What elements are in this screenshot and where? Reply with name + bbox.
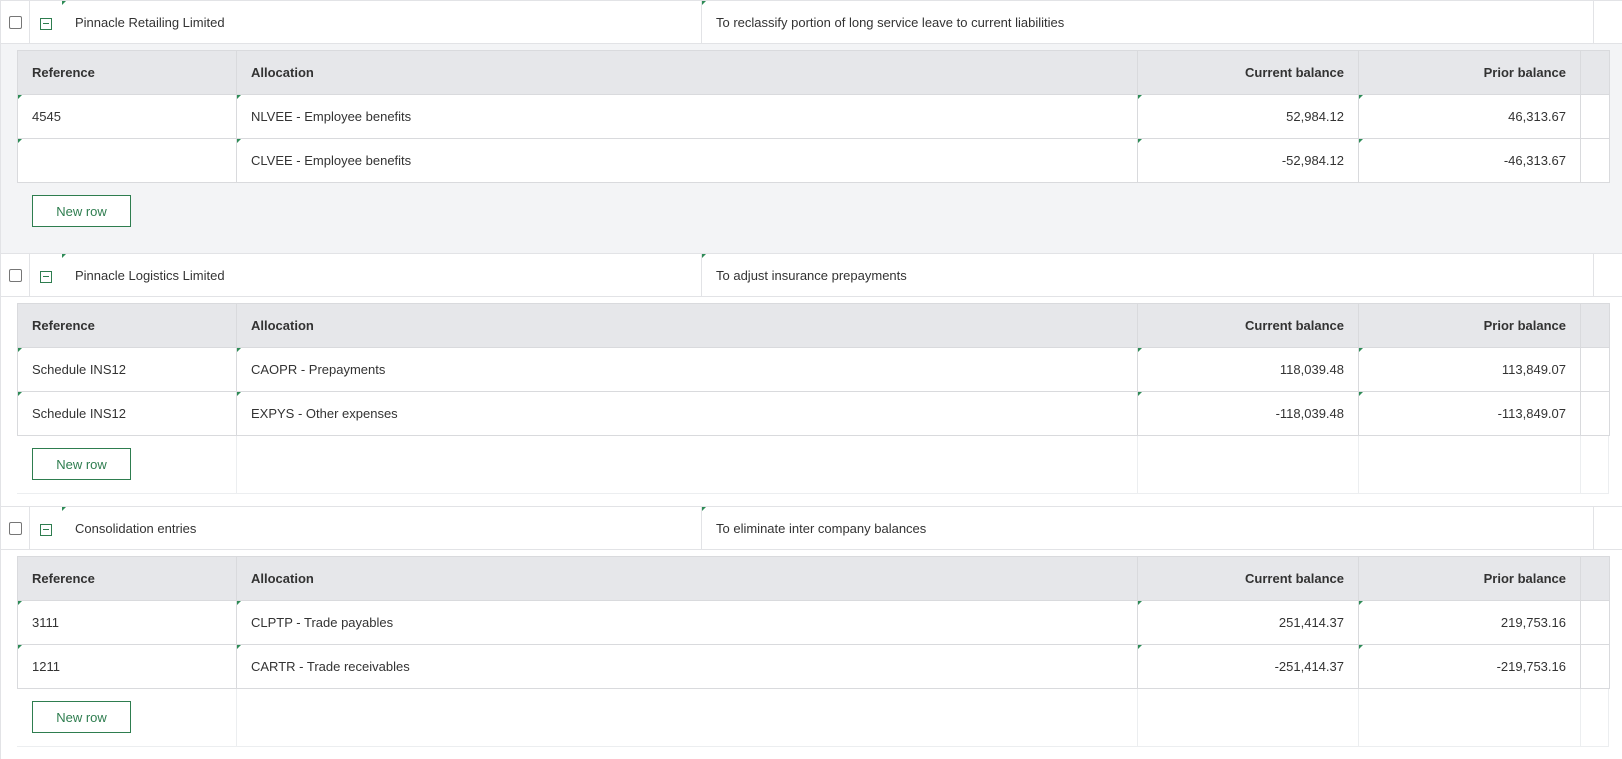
- prior-balance-cell[interactable]: 46,313.67: [1358, 94, 1581, 139]
- allocation-table: Reference Allocation Current balance Pri…: [17, 50, 1610, 183]
- allocation-table: Reference Allocation Current balance Pri…: [17, 556, 1610, 689]
- table-header-row: Reference Allocation Current balance Pri…: [17, 556, 1610, 601]
- table-row: 1211 CARTR - Trade receivables -251,414.…: [17, 644, 1610, 689]
- row-actions-cell[interactable]: [1580, 138, 1610, 183]
- prior-balance-cell[interactable]: 113,849.07: [1358, 347, 1581, 392]
- reference-cell[interactable]: Schedule INS12: [17, 391, 237, 436]
- select-entry-checkbox[interactable]: [8, 15, 22, 29]
- current-balance-cell[interactable]: -251,414.37: [1137, 644, 1359, 689]
- row-actions-cell[interactable]: [1580, 644, 1610, 689]
- table-row: CLVEE - Employee benefits -52,984.12 -46…: [17, 138, 1610, 183]
- actions-header: [1580, 556, 1610, 601]
- empty-row-grid: [17, 436, 1609, 494]
- collapse-icon[interactable]: [40, 523, 52, 536]
- reference-cell[interactable]: Schedule INS12: [17, 347, 237, 392]
- reference-cell[interactable]: 3111: [17, 600, 237, 645]
- allocation-cell[interactable]: CARTR - Trade receivables: [236, 644, 1138, 689]
- allocation-cell[interactable]: CAOPR - Prepayments: [236, 347, 1138, 392]
- entry-description[interactable]: To reclassify portion of long service le…: [702, 1, 1594, 43]
- current-balance-cell[interactable]: 118,039.48: [1137, 347, 1359, 392]
- new-row-button[interactable]: New row: [32, 195, 131, 227]
- allocation-header: Allocation: [236, 50, 1138, 95]
- prior-balance-header: Prior balance: [1358, 303, 1581, 348]
- current-balance-header: Current balance: [1137, 50, 1359, 95]
- reference-header: Reference: [17, 556, 237, 601]
- current-balance-cell[interactable]: 52,984.12: [1137, 94, 1359, 139]
- entry-detail: Reference Allocation Current balance Pri…: [1, 550, 1622, 759]
- journal-entry: Consolidation entries To eliminate inter…: [0, 506, 1622, 759]
- allocation-cell[interactable]: CLVEE - Employee benefits: [236, 138, 1138, 183]
- entry-header: Pinnacle Logistics Limited To adjust ins…: [1, 253, 1622, 297]
- entry-description[interactable]: To adjust insurance prepayments: [702, 254, 1594, 296]
- row-actions-cell[interactable]: [1580, 391, 1610, 436]
- table-row: 3111 CLPTP - Trade payables 251,414.37 2…: [17, 600, 1610, 645]
- collapse-icon[interactable]: [40, 270, 52, 283]
- prior-balance-header: Prior balance: [1358, 556, 1581, 601]
- reference-header: Reference: [17, 303, 237, 348]
- new-row-area: New row: [17, 436, 1609, 506]
- allocation-cell[interactable]: NLVEE - Employee benefits: [236, 94, 1138, 139]
- current-balance-cell[interactable]: -52,984.12: [1137, 138, 1359, 183]
- current-balance-cell[interactable]: -118,039.48: [1137, 391, 1359, 436]
- toggle-cell: [30, 254, 62, 296]
- current-balance-cell[interactable]: 251,414.37: [1137, 600, 1359, 645]
- allocation-cell[interactable]: CLPTP - Trade payables: [236, 600, 1138, 645]
- table-row: Schedule INS12 CAOPR - Prepayments 118,0…: [17, 347, 1610, 392]
- reference-cell[interactable]: [17, 138, 237, 183]
- table-header-row: Reference Allocation Current balance Pri…: [17, 303, 1610, 348]
- new-row-button[interactable]: New row: [32, 448, 131, 480]
- entry-detail: Reference Allocation Current balance Pri…: [1, 44, 1622, 253]
- reference-cell[interactable]: 4545: [17, 94, 237, 139]
- prior-balance-cell[interactable]: -46,313.67: [1358, 138, 1581, 183]
- entry-header: Consolidation entries To eliminate inter…: [1, 506, 1622, 550]
- select-cell: [1, 254, 30, 296]
- allocation-cell[interactable]: EXPYS - Other expenses: [236, 391, 1138, 436]
- table-row: Schedule INS12 EXPYS - Other expenses -1…: [17, 391, 1610, 436]
- current-balance-header: Current balance: [1137, 556, 1359, 601]
- row-actions-cell[interactable]: [1580, 94, 1610, 139]
- prior-balance-cell[interactable]: 219,753.16: [1358, 600, 1581, 645]
- actions-header: [1580, 303, 1610, 348]
- journal-entry: Pinnacle Retailing Limited To reclassify…: [0, 0, 1622, 253]
- table-row: 4545 NLVEE - Employee benefits 52,984.12…: [17, 94, 1610, 139]
- table-header-row: Reference Allocation Current balance Pri…: [17, 50, 1610, 95]
- entry-detail: Reference Allocation Current balance Pri…: [1, 297, 1622, 506]
- entity-name[interactable]: Pinnacle Logistics Limited: [62, 254, 702, 296]
- prior-balance-cell[interactable]: -219,753.16: [1358, 644, 1581, 689]
- entity-name[interactable]: Pinnacle Retailing Limited: [62, 1, 702, 43]
- toggle-cell: [30, 1, 62, 43]
- allocation-header: Allocation: [236, 303, 1138, 348]
- allocation-table: Reference Allocation Current balance Pri…: [17, 303, 1610, 436]
- select-cell: [1, 507, 30, 549]
- empty-row-grid: [17, 689, 1609, 747]
- entity-name[interactable]: Consolidation entries: [62, 507, 702, 549]
- journal-entry: Pinnacle Logistics Limited To adjust ins…: [0, 253, 1622, 506]
- allocation-header: Allocation: [236, 556, 1138, 601]
- prior-balance-cell[interactable]: -113,849.07: [1358, 391, 1581, 436]
- toggle-cell: [30, 507, 62, 549]
- prior-balance-header: Prior balance: [1358, 50, 1581, 95]
- new-row-button[interactable]: New row: [32, 701, 131, 733]
- entry-description[interactable]: To eliminate inter company balances: [702, 507, 1594, 549]
- current-balance-header: Current balance: [1137, 303, 1359, 348]
- row-actions-cell[interactable]: [1580, 347, 1610, 392]
- reference-header: Reference: [17, 50, 237, 95]
- actions-header: [1580, 50, 1610, 95]
- row-actions-cell[interactable]: [1580, 600, 1610, 645]
- select-entry-checkbox[interactable]: [8, 521, 22, 535]
- select-cell: [1, 1, 30, 43]
- reference-cell[interactable]: 1211: [17, 644, 237, 689]
- new-row-area: New row: [17, 183, 1608, 253]
- collapse-icon[interactable]: [40, 17, 52, 30]
- new-row-area: New row: [17, 689, 1609, 759]
- select-entry-checkbox[interactable]: [8, 268, 22, 282]
- entry-header: Pinnacle Retailing Limited To reclassify…: [1, 0, 1622, 44]
